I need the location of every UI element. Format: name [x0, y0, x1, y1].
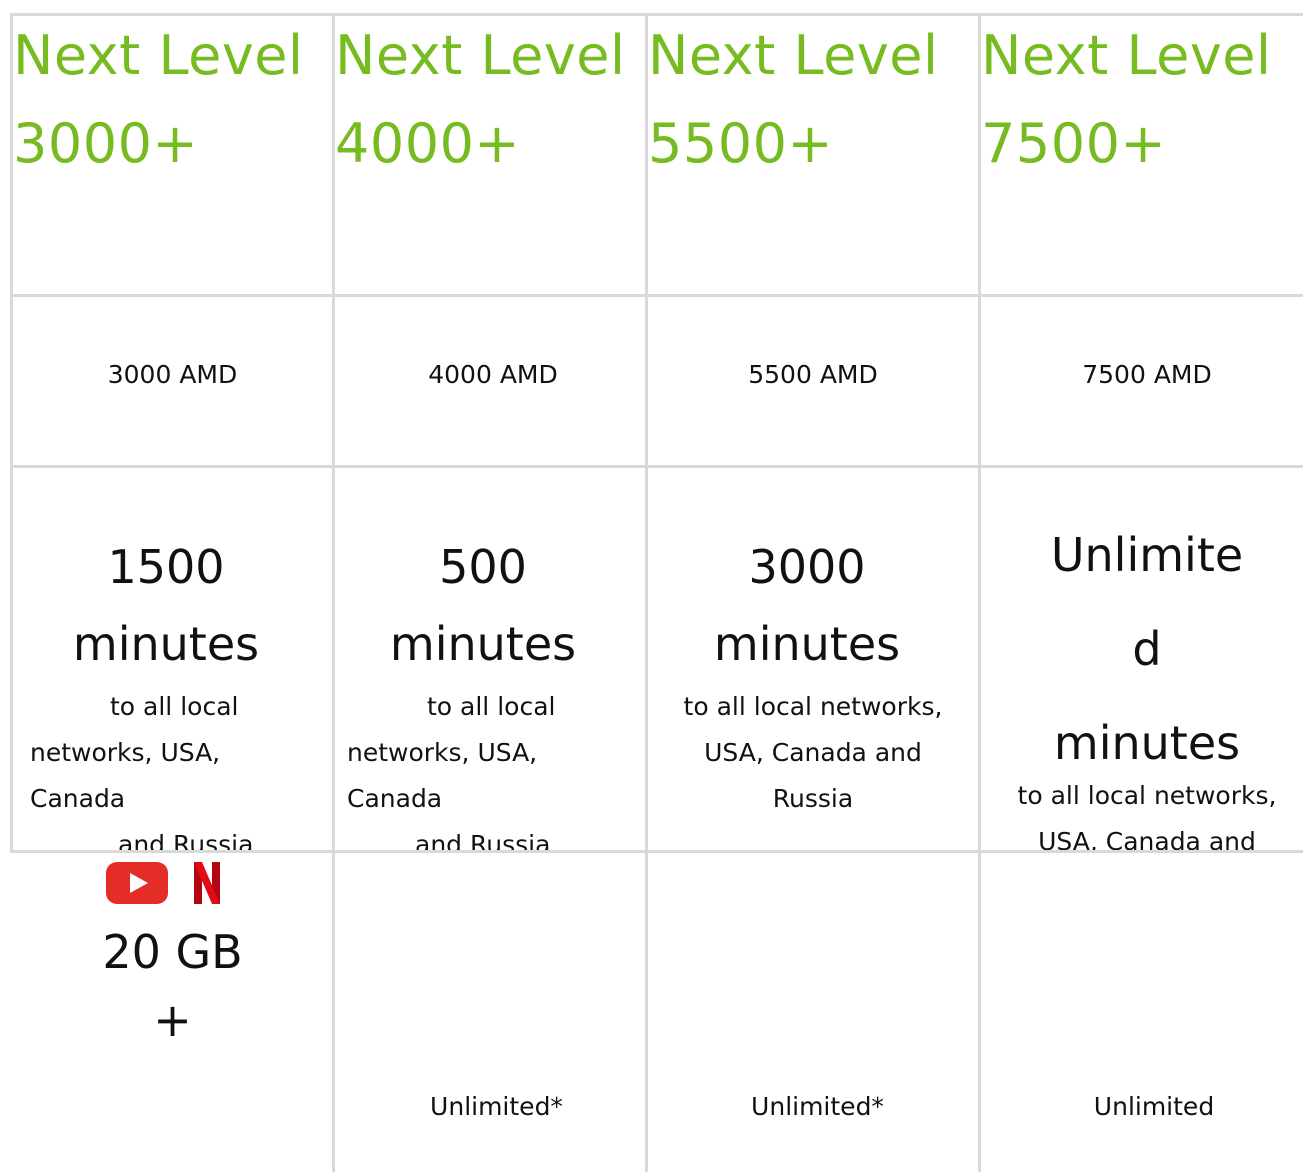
plan-data-plus-1: +	[153, 993, 192, 1047]
plan-data-cell-3: Unlimited*	[648, 0, 987, 1172]
plan-data-cell-4: Unlimited	[981, 0, 1303, 1172]
plan-data-amount-1: 20 GB	[102, 925, 243, 979]
minutes-desc-line: to all local	[110, 692, 239, 721]
plan-price-cell-1: 3000 AMD	[13, 0, 332, 465]
minutes-desc-line: and Russia	[118, 830, 254, 850]
minutes-desc-line: Canada	[30, 784, 126, 813]
plan-minutes-cell-1: 1500 minutes to all local networks, USA,…	[13, 468, 332, 850]
plan-minutes-desc-1: to all local networks, USA, Canada and R…	[30, 684, 330, 850]
plan-data-cell-1: 20 GB +	[13, 853, 332, 1172]
plan-price-1: 3000 AMD	[107, 360, 238, 389]
minutes-desc-line: networks, USA,	[30, 738, 221, 767]
plan-data-3: Unlimited*	[751, 1092, 884, 1121]
plan-minutes-1: 1500 minutes	[72, 540, 260, 671]
plan-data-2: Unlimited*	[430, 1092, 563, 1121]
plan-data-4: Unlimited	[1093, 1092, 1215, 1121]
plan-data-cell-2: Unlimited*	[335, 0, 658, 1172]
